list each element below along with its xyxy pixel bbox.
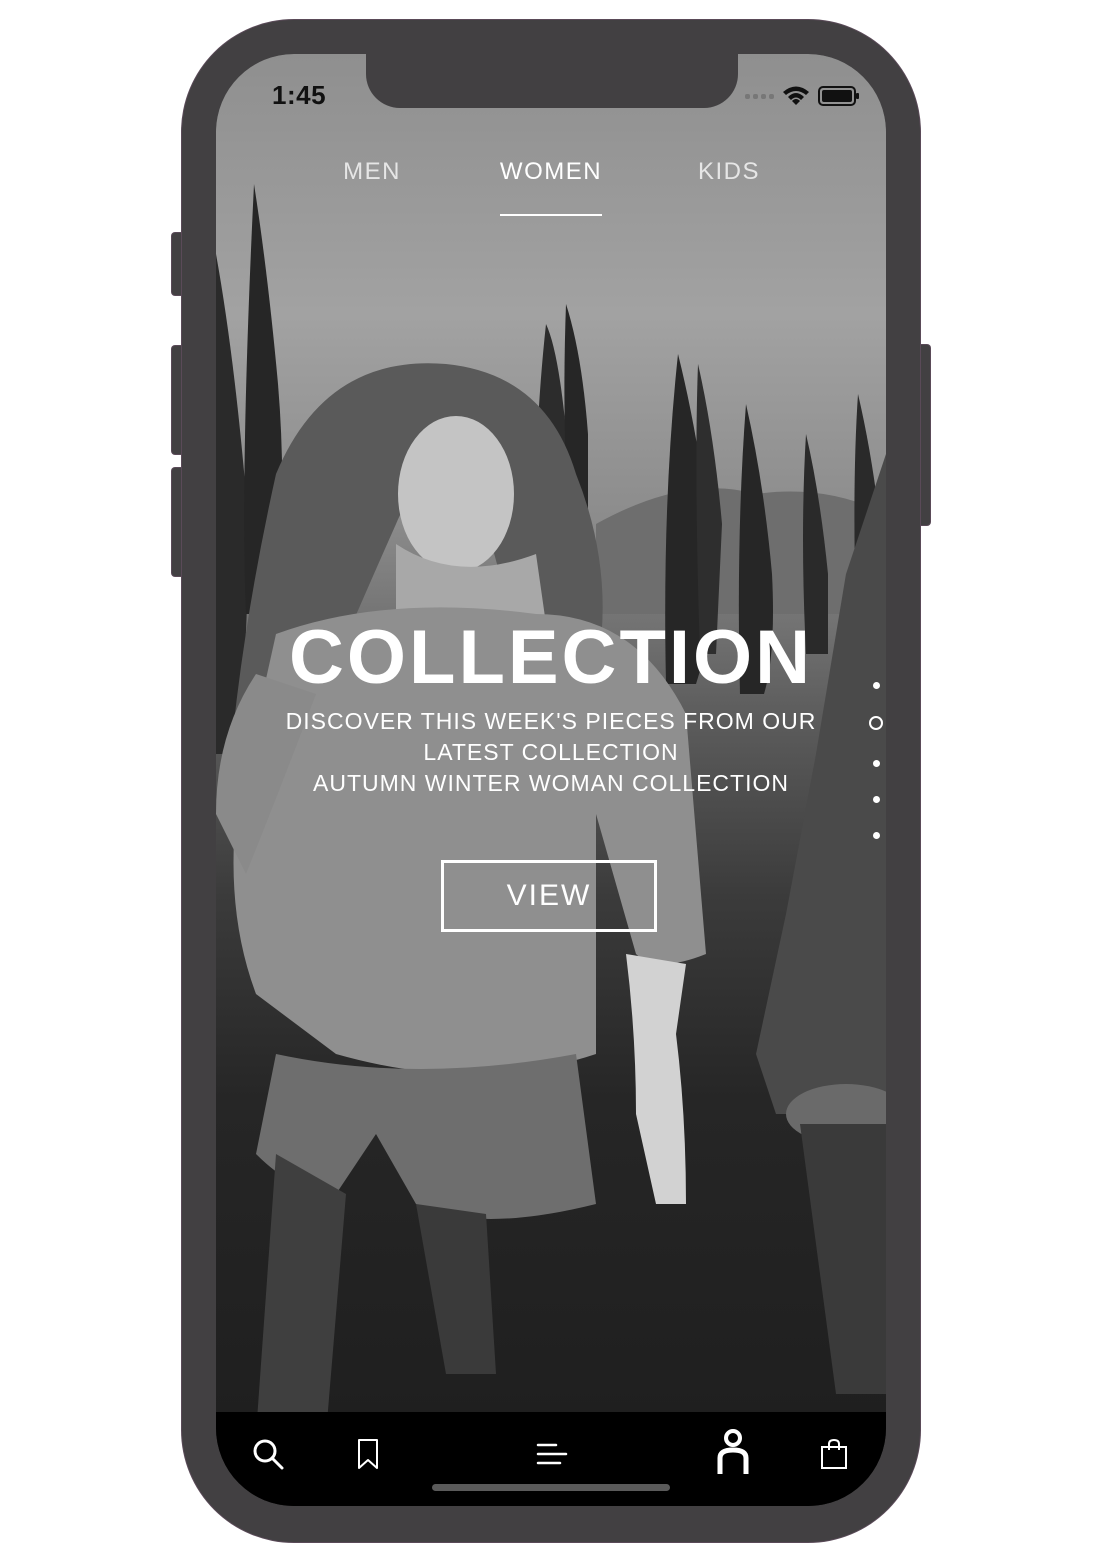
account-icon[interactable] xyxy=(711,1426,755,1478)
battery-icon xyxy=(818,86,859,106)
tab-men[interactable]: MEN xyxy=(316,158,428,186)
bookmark-icon[interactable] xyxy=(346,1432,390,1476)
tab-kids[interactable]: KIDS xyxy=(676,158,782,186)
page-dot-1[interactable] xyxy=(873,682,880,689)
wifi-icon xyxy=(783,86,809,105)
carousel-page-indicator xyxy=(868,680,886,850)
hero-subtitle-line-3: AUTUMN WINTER WOMAN COLLECTION xyxy=(313,770,789,796)
page-dot-5[interactable] xyxy=(873,832,880,839)
hero-subtitle-line-2: LATEST COLLECTION xyxy=(423,739,679,765)
shopping-bag-icon[interactable] xyxy=(812,1432,856,1476)
view-button[interactable]: VIEW xyxy=(441,860,657,932)
search-icon[interactable] xyxy=(246,1432,290,1476)
tab-women[interactable]: WOMEN xyxy=(486,158,616,186)
cellular-signal-icon xyxy=(745,93,774,99)
menu-icon[interactable] xyxy=(530,1432,574,1476)
hero-subtitle-line-1: DISCOVER THIS WEEK'S PIECES FROM OUR xyxy=(285,708,817,734)
status-time: 1:45 xyxy=(272,80,327,110)
device-notch xyxy=(366,54,738,108)
home-indicator xyxy=(432,1484,670,1491)
page-dot-2-active[interactable] xyxy=(869,716,883,730)
gender-tabs: MEN WOMEN KIDS xyxy=(216,158,886,218)
page-dot-4[interactable] xyxy=(873,796,880,803)
page-dot-3[interactable] xyxy=(873,760,880,767)
bottom-navigation-bar xyxy=(216,1412,886,1506)
status-icons xyxy=(745,84,860,108)
hero-title: COLLECTION xyxy=(289,615,813,700)
hero-subtitle: DISCOVER THIS WEEK'S PIECES FROM OUR LAT… xyxy=(256,706,846,799)
active-tab-indicator xyxy=(500,214,602,216)
app-screen: 1:45 MEN WOMEN KIDS COLLECTION DISCOVER … xyxy=(216,54,886,1506)
